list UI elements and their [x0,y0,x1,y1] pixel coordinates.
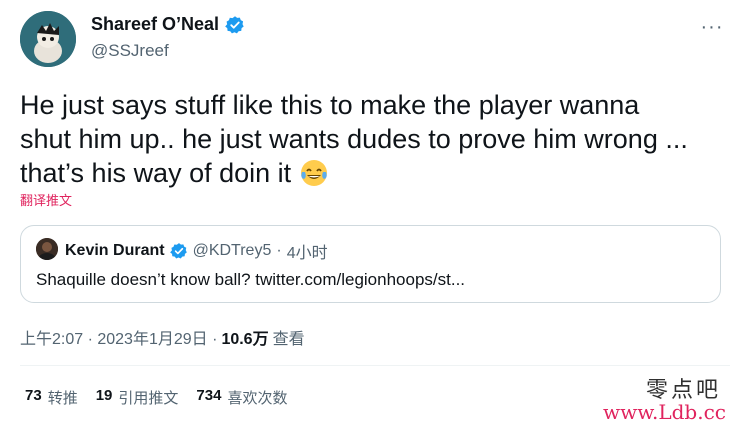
likes-count: 734 [196,387,222,404]
retweets-label: 转推 [47,390,78,407]
tweet-timestamp[interactable]: 上午2:07 · 2023年1月29日 · [20,325,217,349]
author-avatar[interactable] [20,11,76,67]
verified-badge-icon [169,242,188,260]
quoted-time: 4小时 [286,245,328,262]
watermark-url: www.Ldb.cc [603,400,726,424]
verified-badge-icon [225,15,245,35]
quoted-tweet-text: Shaquille doesn’t know ball? twitter.com… [36,270,466,289]
views-count: 10.6万 [221,331,269,348]
likes-label: 喜欢次数 [227,390,288,407]
face-with-tears-of-joy-icon [299,158,329,188]
translate-tweet-link[interactable]: 翻译推文 [20,190,72,209]
quotes-count: 19 [95,387,113,404]
quoted-author-handle: @KDTrey5 [192,242,272,259]
author-handle[interactable]: @SSJreef [91,41,169,61]
tweet-meta: 上午2:07 · 2023年1月29日 · 10.6万 查看 [20,325,305,349]
quotes-stat[interactable]: 19 引用推文 [96,387,179,408]
tweet-text: He just says stuff like this to make the… [20,88,720,190]
views-label: 查看 [272,331,305,348]
divider [20,365,730,366]
likes-stat[interactable]: 734 喜欢次数 [196,387,287,408]
quoted-author-avatar [36,238,58,260]
quoted-tweet-card[interactable]: Kevin Durant @KDTrey5 · 4小时 Shaquille do… [20,225,721,303]
tweet-body: He just says stuff like this to make the… [20,90,688,188]
more-options-icon[interactable]: ··· [701,16,723,38]
engagement-stats: 73 转推 19 引用推文 734 喜欢次数 [25,387,287,408]
quoted-author-name: Kevin Durant [65,242,165,259]
quotes-label: 引用推文 [118,390,179,407]
retweets-stat[interactable]: 73 转推 [25,387,78,408]
author-name-row[interactable]: Shareef O’Neal [91,14,245,35]
author-name[interactable]: Shareef O’Neal [91,14,219,35]
quoted-header: Kevin Durant @KDTrey5 · 4小时 [65,239,328,263]
retweets-count: 73 [25,387,42,404]
quoted-separator: · [276,242,282,259]
